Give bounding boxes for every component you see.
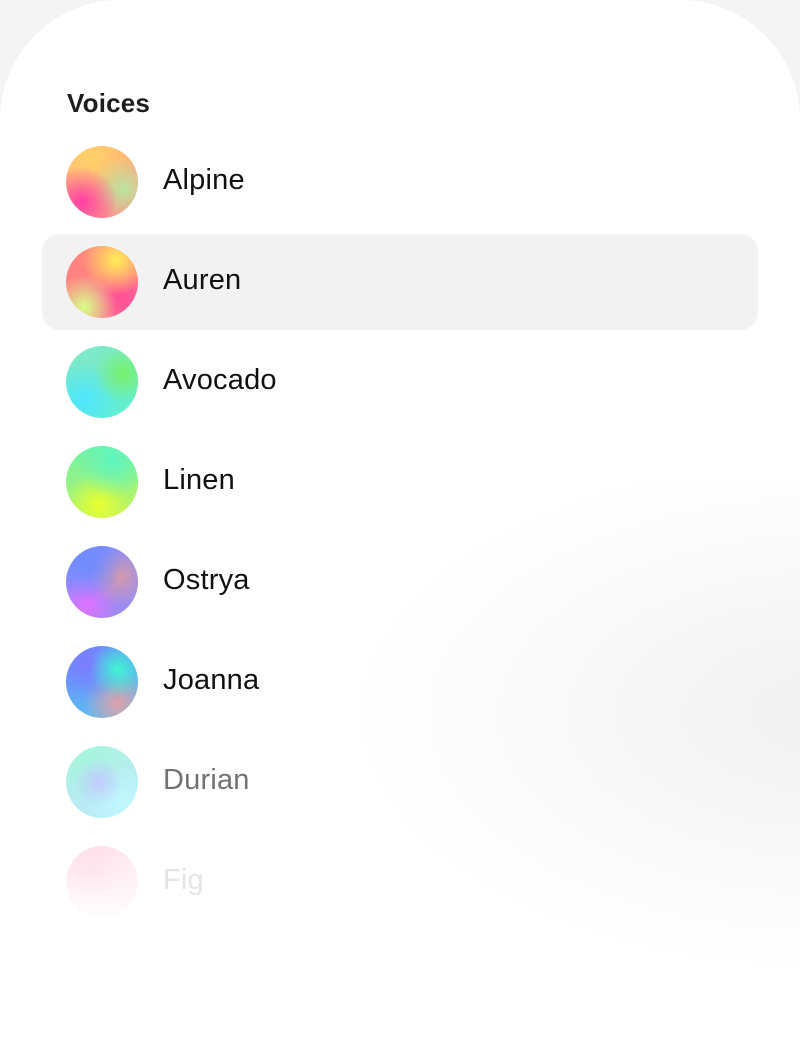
voice-orb-icon: [66, 346, 138, 418]
voice-item-linen[interactable]: Linen: [42, 434, 758, 530]
voice-label: Alpine: [163, 164, 245, 196]
voice-item-ostrya[interactable]: Ostrya: [42, 534, 758, 630]
voice-label: Durian: [163, 764, 250, 796]
voice-item-joanna[interactable]: Joanna: [42, 634, 758, 730]
voice-orb-icon: [66, 446, 138, 518]
section-title: Voices: [67, 88, 151, 118]
voice-label: Joanna: [163, 664, 260, 696]
voice-picker-panel: Voices Alpine Auren Avocado Linen Ostrya…: [0, 0, 800, 1062]
voice-orb-icon: [66, 146, 138, 218]
voice-label: Fig: [163, 864, 204, 896]
voice-item-avocado[interactable]: Avocado: [42, 334, 758, 430]
voice-item-alpine[interactable]: Alpine: [42, 134, 758, 230]
voice-item-auren[interactable]: Auren: [42, 234, 758, 330]
voice-orb-icon: [66, 546, 138, 618]
voice-orb-icon: [66, 246, 138, 318]
voice-label: Auren: [163, 264, 242, 296]
voice-item-durian[interactable]: Durian: [42, 734, 758, 830]
voice-orb-icon: [66, 846, 138, 918]
voice-orb-icon: [66, 646, 138, 718]
voice-item-fig[interactable]: Fig: [42, 834, 758, 930]
voice-orb-icon: [66, 746, 138, 818]
voice-label: Ostrya: [163, 564, 250, 596]
voice-list: Alpine Auren Avocado Linen Ostrya Joanna…: [42, 134, 758, 934]
voice-label: Linen: [163, 464, 235, 496]
voice-label: Avocado: [163, 364, 277, 396]
